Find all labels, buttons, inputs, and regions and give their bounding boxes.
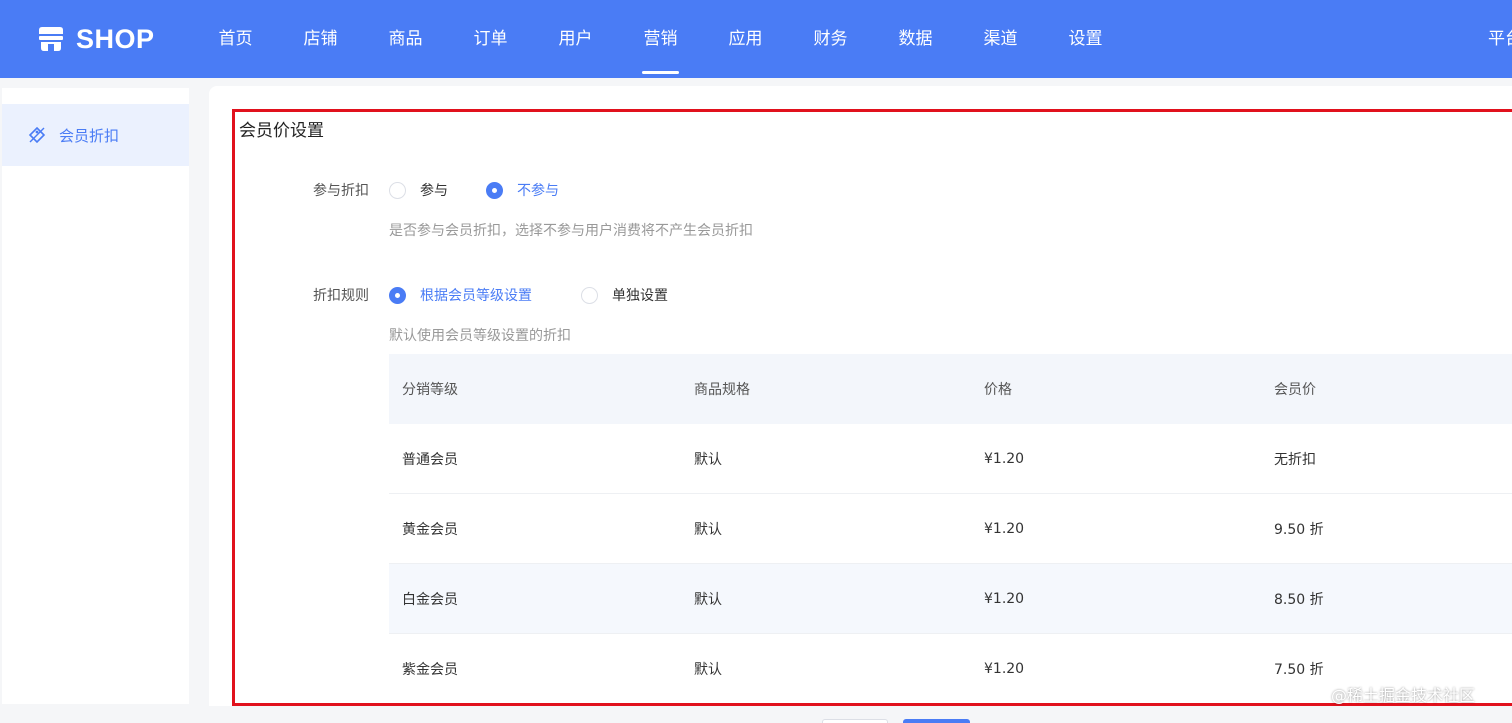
nav-item-finance[interactable]: 财务 bbox=[788, 0, 873, 78]
table-cell: ¥1.20 bbox=[984, 450, 1025, 467]
watermark: @稀土掘金技术社区 bbox=[1331, 686, 1476, 705]
nav-item-products[interactable]: 商品 bbox=[363, 0, 448, 78]
table-header-cell: 价格 bbox=[984, 382, 1012, 398]
table-header-cell: 会员价 bbox=[1274, 382, 1316, 398]
table-cell: 默认 bbox=[694, 591, 722, 608]
shop-store-icon bbox=[39, 27, 63, 51]
radio-label: 单独设置 bbox=[612, 288, 668, 304]
rule-hint: 默认使用会员等级设置的折扣 bbox=[389, 328, 571, 344]
nav-item-users[interactable]: 用户 bbox=[533, 0, 618, 78]
table-cell: 9.50 折 bbox=[1274, 521, 1324, 538]
table-header-row: 分销等级 商品规格 价格 会员价 bbox=[389, 354, 1512, 424]
table-cell: ¥1.20 bbox=[984, 590, 1025, 607]
radio-participate-yes[interactable]: 参与 bbox=[389, 180, 448, 200]
table-cell: 紫金会员 bbox=[402, 661, 458, 678]
save-button[interactable] bbox=[903, 719, 970, 723]
table-row: 白金会员 默认 ¥1.20 8.50 折 bbox=[389, 564, 1512, 634]
cancel-button[interactable] bbox=[822, 719, 888, 723]
table-cell: ¥1.20 bbox=[984, 520, 1025, 537]
nav-item-data[interactable]: 数据 bbox=[873, 0, 958, 78]
nav-item-orders[interactable]: 订单 bbox=[448, 0, 533, 78]
table-cell: 8.50 折 bbox=[1274, 591, 1324, 608]
table-cell: 默认 bbox=[694, 661, 722, 678]
nav-item-channels[interactable]: 渠道 bbox=[958, 0, 1043, 78]
sidebar-item-member-discount[interactable]: 会员折扣 bbox=[2, 104, 189, 166]
table-cell: 普通会员 bbox=[402, 451, 458, 468]
radio-circle bbox=[581, 286, 598, 304]
section-title: 会员价设置 bbox=[239, 121, 324, 141]
sidebar: 会员折扣 bbox=[2, 88, 189, 704]
participate-label: 参与折扣 bbox=[313, 183, 369, 199]
participate-hint: 是否参与会员折扣，选择不参与用户消费将不产生会员折扣 bbox=[389, 223, 753, 239]
sidebar-item-label: 会员折扣 bbox=[59, 126, 120, 145]
table-cell: 黄金会员 bbox=[402, 521, 458, 538]
table-row: 黄金会员 默认 ¥1.20 9.50 折 bbox=[389, 494, 1512, 564]
radio-circle bbox=[389, 286, 406, 304]
table-cell: 白金会员 bbox=[402, 591, 458, 608]
table-cell: ¥1.20 bbox=[984, 660, 1025, 677]
discount-tag-icon bbox=[28, 126, 46, 144]
nav-item-store[interactable]: 店铺 bbox=[278, 0, 363, 78]
nav-item-settings[interactable]: 设置 bbox=[1043, 0, 1128, 78]
nav-item-apps[interactable]: 应用 bbox=[703, 0, 788, 78]
brand-logo[interactable]: SHOP bbox=[36, 22, 155, 56]
nav-platform-link[interactable]: 平台 bbox=[1488, 0, 1512, 78]
nav-item-marketing[interactable]: 营销 bbox=[618, 0, 703, 78]
table-cell: 默认 bbox=[694, 521, 722, 538]
table-header-cell: 分销等级 bbox=[402, 382, 458, 398]
radio-label: 参与 bbox=[420, 183, 448, 199]
table-cell: 无折扣 bbox=[1274, 451, 1316, 468]
main-nav: 首页 店铺 商品 订单 用户 营销 应用 财务 数据 渠道 设置 bbox=[193, 0, 1128, 78]
brand-name: SHOP bbox=[76, 23, 155, 54]
table-header-cell: 商品规格 bbox=[694, 382, 750, 398]
nav-item-home[interactable]: 首页 bbox=[193, 0, 278, 78]
radio-label: 根据会员等级设置 bbox=[420, 288, 532, 304]
table-cell: 默认 bbox=[694, 451, 722, 468]
member-price-table: 分销等级 商品规格 价格 会员价 普通会员 默认 ¥1.20 无折扣 黄金会员 … bbox=[389, 354, 1512, 704]
radio-circle bbox=[389, 181, 406, 199]
radio-participate-no[interactable]: 不参与 bbox=[486, 180, 559, 200]
table-cell: 7.50 折 bbox=[1274, 661, 1324, 678]
top-navbar: SHOP 首页 店铺 商品 订单 用户 营销 应用 财务 数据 渠道 设置 平台 bbox=[0, 0, 1512, 78]
table-row: 普通会员 默认 ¥1.20 无折扣 bbox=[389, 424, 1512, 494]
rule-label: 折扣规则 bbox=[313, 288, 369, 304]
radio-rule-by-level[interactable]: 根据会员等级设置 bbox=[389, 285, 532, 305]
radio-label: 不参与 bbox=[517, 183, 559, 199]
radio-circle bbox=[486, 181, 503, 199]
radio-rule-custom[interactable]: 单独设置 bbox=[581, 285, 668, 305]
